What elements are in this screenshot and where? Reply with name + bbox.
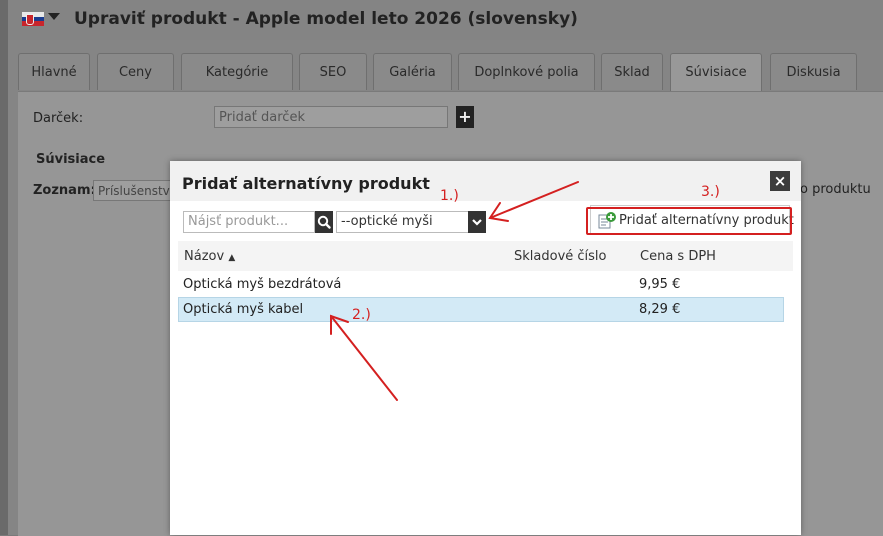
- slovak-flag-icon[interactable]: [22, 12, 44, 26]
- sort-asc-icon: ▲: [228, 253, 236, 263]
- category-dropdown-button[interactable]: [468, 211, 486, 233]
- table-row[interactable]: Optická myš bezdrátová 9,95 €: [178, 272, 784, 297]
- search-icon: [317, 215, 331, 229]
- row-price: 9,95 €: [639, 277, 681, 292]
- table-row-selected[interactable]: Optická myš kabel 8,29 €: [178, 297, 784, 322]
- tab-sklad[interactable]: Sklad: [601, 53, 663, 90]
- gift-label: Darček:: [33, 111, 84, 126]
- row-price: 8,29 €: [639, 302, 681, 317]
- row-name: Optická myš bezdrátová: [183, 277, 342, 292]
- chevron-down-icon: [472, 219, 482, 226]
- tab-diskusia[interactable]: Diskusia: [770, 53, 857, 90]
- tab-suvisiace[interactable]: Súvisiace: [670, 53, 762, 92]
- annotation-box-step3: [586, 207, 792, 235]
- tab-hlavne[interactable]: Hlavné: [18, 53, 90, 90]
- title-bar: Upraviť produkt - Apple model leto 2026 …: [8, 0, 883, 40]
- search-button[interactable]: [315, 211, 333, 233]
- gift-input[interactable]: Pridať darček: [214, 106, 448, 128]
- add-gift-button[interactable]: +: [456, 106, 474, 128]
- related-section-title: Súvisiace: [36, 152, 106, 167]
- column-name[interactable]: Názov ▲: [184, 249, 235, 264]
- tab-ceny[interactable]: Ceny: [97, 53, 174, 90]
- language-dropdown-icon[interactable]: [48, 13, 60, 20]
- annotation-step1: 1.): [440, 188, 459, 204]
- tab-doplnkove-polia[interactable]: Doplnkové polia: [458, 53, 595, 90]
- close-icon: ×: [773, 172, 787, 190]
- page-title: Upraviť produkt - Apple model leto 2026 …: [74, 9, 578, 29]
- column-price[interactable]: Cena s DPH: [640, 249, 716, 264]
- table-header: Názov ▲ Skladové číslo Cena s DPH: [178, 241, 793, 271]
- modal-title: Pridať alternatívny produkt: [182, 174, 430, 193]
- category-select[interactable]: --optické myši: [336, 211, 486, 233]
- list-label: Zoznam:: [33, 183, 96, 198]
- annotation-step3: 3.): [701, 184, 720, 200]
- product-search-input[interactable]: Nájsť produkt...: [183, 211, 315, 233]
- tab-seo[interactable]: SEO: [299, 53, 367, 90]
- column-sku[interactable]: Skladové číslo: [514, 249, 607, 264]
- tab-kategorie[interactable]: Kategórie: [181, 53, 293, 90]
- row-name: Optická myš kabel: [183, 302, 304, 317]
- right-truncated-text: o produktu: [800, 182, 871, 197]
- annotation-step2: 2.): [352, 307, 371, 323]
- left-edge: [0, 0, 8, 535]
- close-button[interactable]: ×: [770, 171, 790, 191]
- plus-icon: +: [458, 107, 472, 126]
- tab-galeria[interactable]: Galéria: [373, 53, 452, 90]
